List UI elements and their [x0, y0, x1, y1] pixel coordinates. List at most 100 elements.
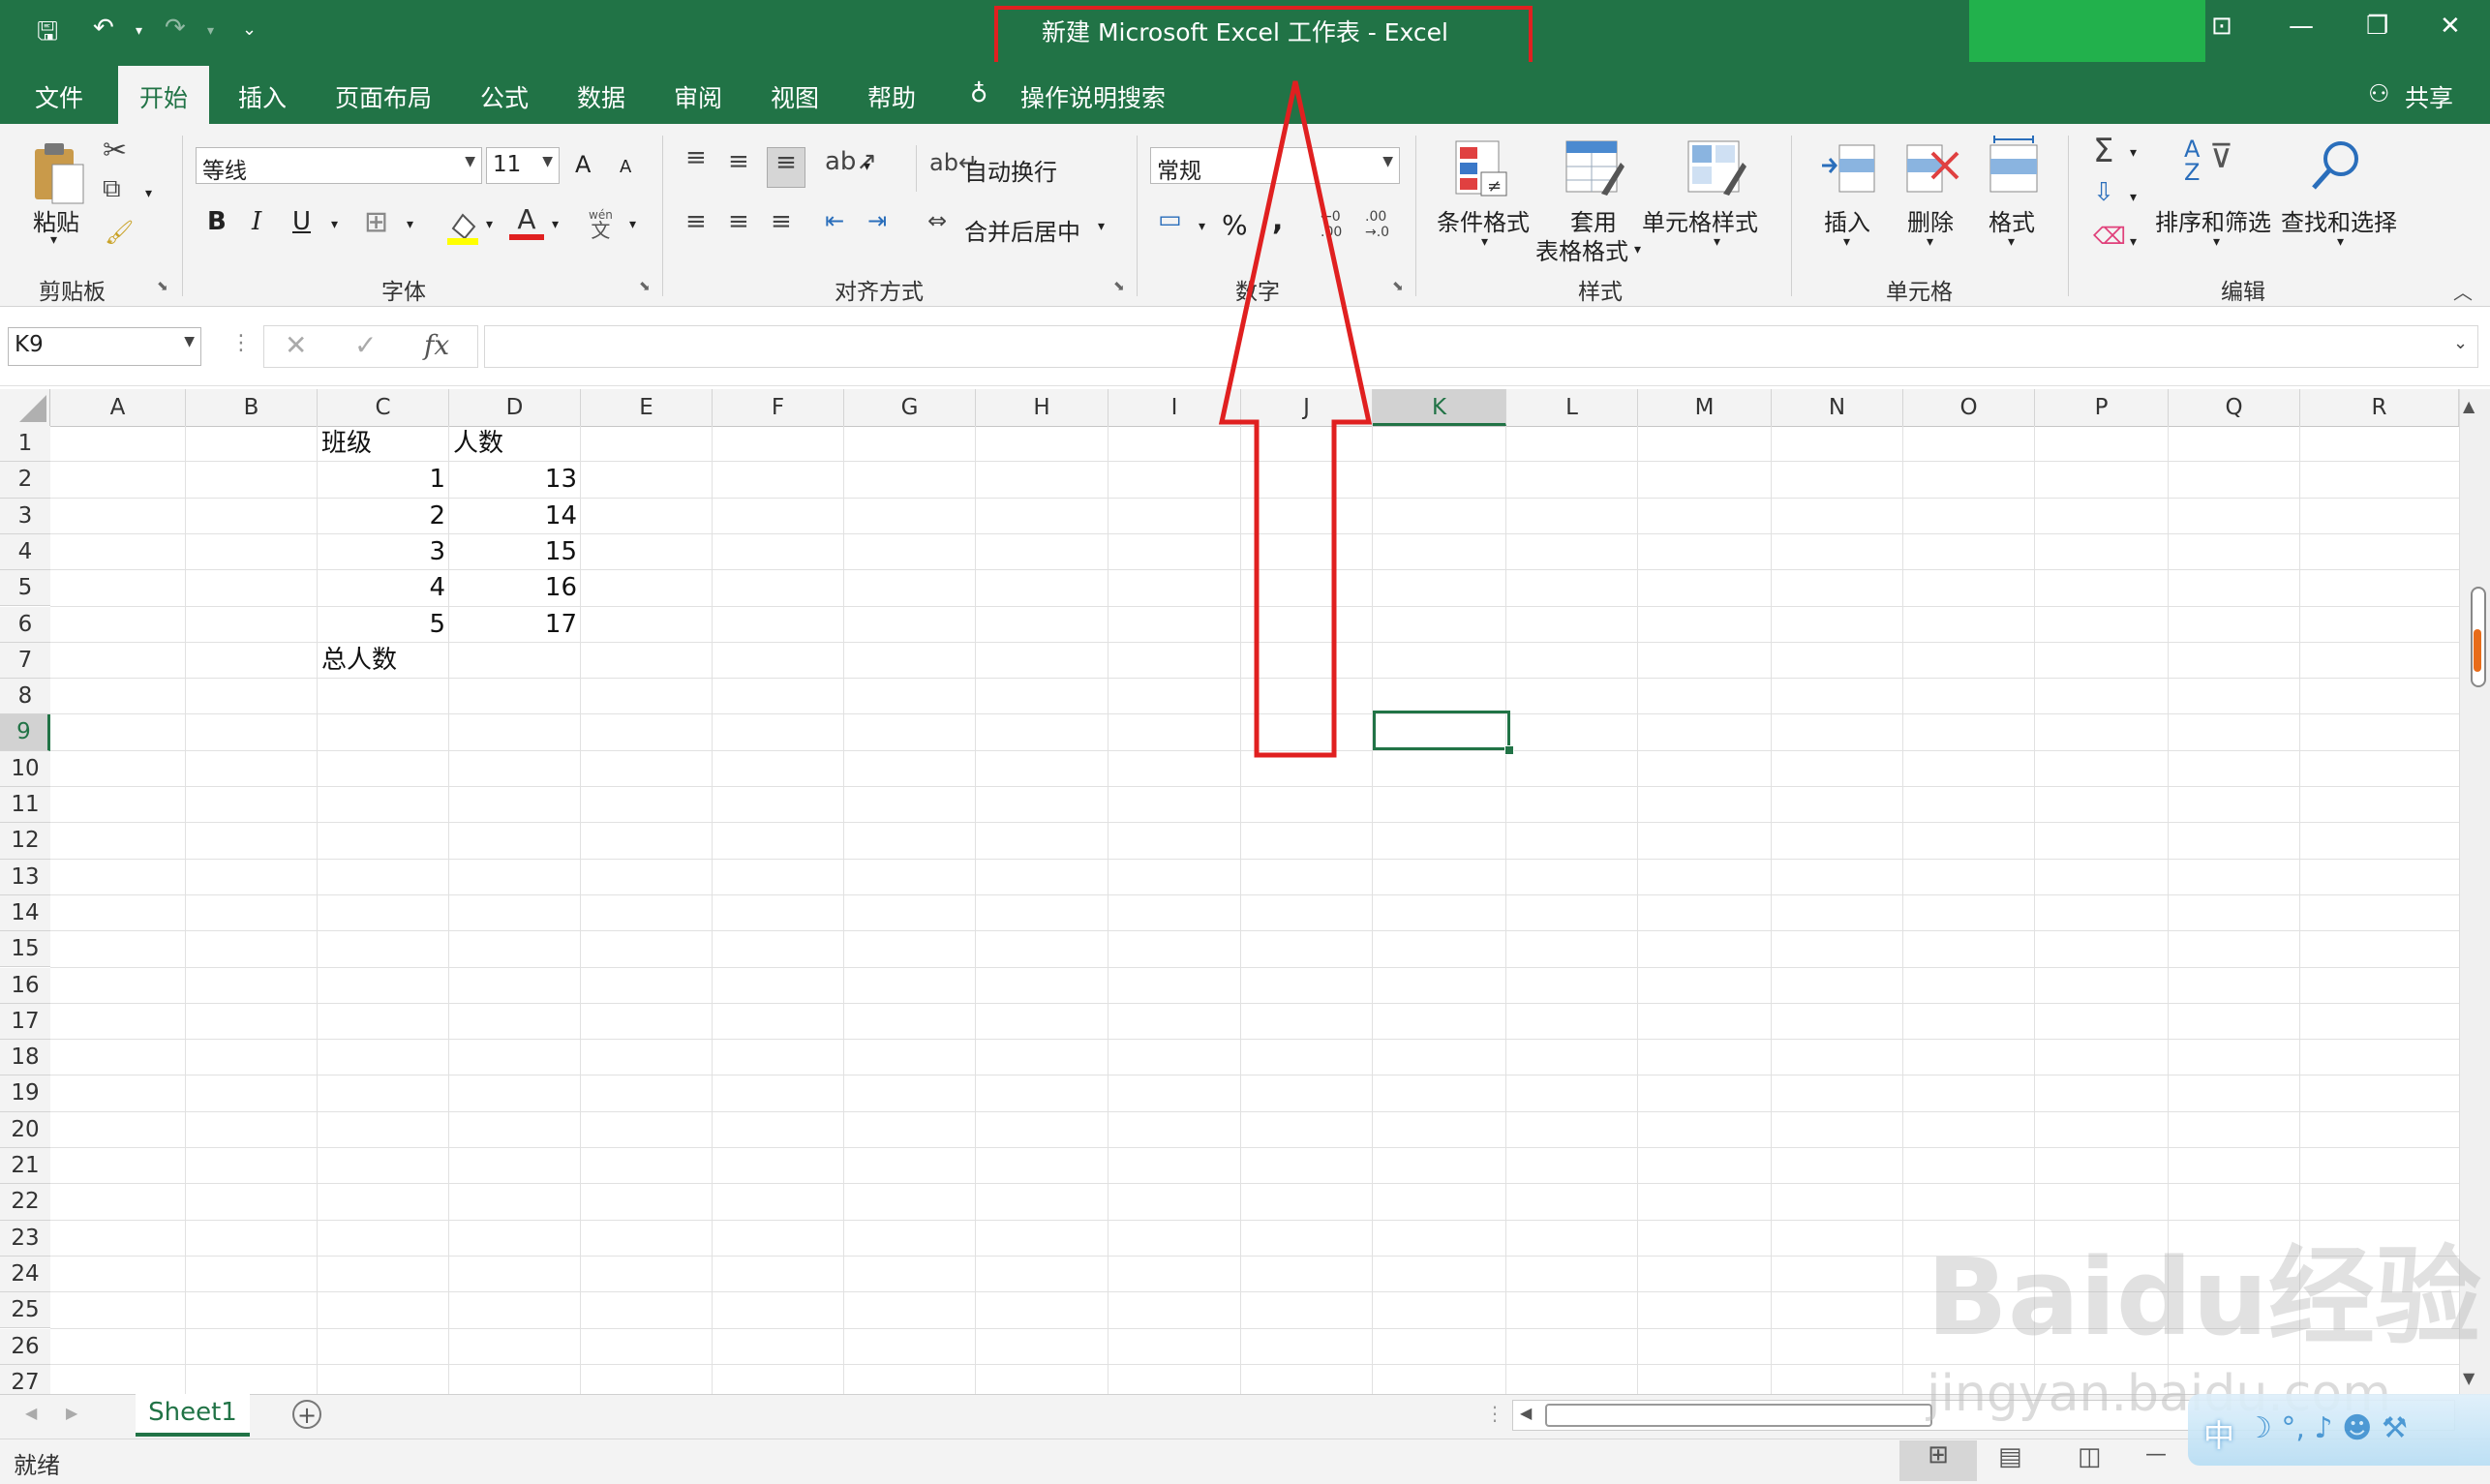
find-select-icon[interactable]: [2308, 136, 2366, 197]
tell-me-search[interactable]: 操作说明搜索: [1020, 79, 1166, 114]
paste-dropdown-icon[interactable]: ▾: [50, 232, 57, 248]
font-name-combo[interactable]: 等线 ▼: [196, 147, 482, 184]
column-header[interactable]: N: [1772, 389, 1903, 426]
zoom-out-icon[interactable]: —: [2145, 1442, 2167, 1467]
middle-align-icon[interactable]: ≡: [728, 147, 749, 176]
row-header[interactable]: 19: [0, 1075, 50, 1112]
cell-c7[interactable]: 总人数: [318, 643, 449, 679]
font-color-icon[interactable]: A: [509, 205, 544, 240]
row-header[interactable]: 2: [0, 462, 50, 499]
scroll-down-icon[interactable]: ▼: [2463, 1369, 2475, 1387]
row-header[interactable]: 13: [0, 859, 50, 895]
row-header[interactable]: 17: [0, 1003, 50, 1041]
ribbon-display-options-icon[interactable]: ⊡: [2211, 12, 2232, 41]
row-header[interactable]: 12: [0, 823, 50, 860]
cell-styles-dropdown-icon[interactable]: ▾: [1714, 234, 1720, 250]
column-header[interactable]: E: [581, 389, 713, 426]
font-color-dropdown-icon[interactable]: ▾: [552, 217, 559, 232]
conditional-formatting-icon[interactable]: ≠: [1452, 137, 1510, 203]
expand-formula-bar-icon[interactable]: ⌄: [2453, 333, 2468, 353]
format-as-table-dropdown-icon[interactable]: ▾: [1634, 242, 1641, 257]
column-header[interactable]: M: [1638, 389, 1772, 426]
insert-cells-button[interactable]: 插入: [1824, 203, 1870, 237]
insert-cells-icon[interactable]: [1820, 139, 1878, 201]
copy-icon[interactable]: ⧉: [103, 174, 121, 204]
tab-file[interactable]: 文件: [35, 79, 83, 114]
align-right-icon[interactable]: ≡: [771, 207, 792, 236]
cell-c6[interactable]: 5: [318, 607, 449, 643]
enter-icon[interactable]: ✓: [354, 329, 377, 361]
conditional-formatting-button[interactable]: 条件格式: [1437, 203, 1530, 237]
format-cells-button[interactable]: 格式: [1989, 203, 2035, 237]
align-center-icon[interactable]: ≡: [728, 207, 749, 236]
row-header[interactable]: 14: [0, 894, 50, 932]
column-header[interactable]: H: [976, 389, 1108, 426]
font-size-combo[interactable]: 11 ▼: [486, 147, 560, 184]
sort-filter-icon[interactable]: A Z ⊽: [2184, 137, 2233, 184]
clear-dropdown-icon[interactable]: ▾: [2130, 234, 2137, 250]
row-header[interactable]: 16: [0, 967, 50, 1004]
fill-handle[interactable]: [1504, 745, 1514, 755]
borders-icon[interactable]: ⊞: [364, 205, 388, 239]
column-header[interactable]: P: [2035, 389, 2169, 426]
wrap-text-button[interactable]: 自动换行: [964, 153, 1057, 187]
tab-formulas[interactable]: 公式: [480, 79, 529, 114]
bold-button[interactable]: B: [207, 207, 227, 236]
format-as-table-button-line2[interactable]: 表格格式: [1535, 232, 1628, 266]
fill-dropdown-icon[interactable]: ▾: [2130, 190, 2137, 205]
find-select-button[interactable]: 查找和选择: [2281, 203, 2397, 237]
sort-dropdown-icon[interactable]: ▾: [2213, 234, 2220, 250]
number-launcher-icon[interactable]: ⬊: [1392, 279, 1404, 294]
conditional-dropdown-icon[interactable]: ▾: [1481, 234, 1488, 250]
row-header[interactable]: 21: [0, 1148, 50, 1185]
column-header[interactable]: D: [449, 389, 581, 426]
merge-dropdown-icon[interactable]: ▾: [1098, 219, 1105, 234]
column-header[interactable]: C: [318, 389, 449, 426]
column-header[interactable]: Q: [2169, 389, 2300, 426]
cell-d3[interactable]: 14: [449, 499, 581, 534]
row-header[interactable]: 15: [0, 931, 50, 968]
cell-d4[interactable]: 15: [449, 534, 581, 570]
column-header[interactable]: O: [1903, 389, 2035, 426]
column-header[interactable]: A: [50, 389, 186, 426]
row-header[interactable]: 25: [0, 1292, 50, 1329]
shrink-font-button[interactable]: A: [620, 157, 631, 177]
minimize-icon[interactable]: —: [2289, 12, 2314, 41]
row-header[interactable]: 5: [0, 570, 50, 607]
fill-color-dropdown-icon[interactable]: ▾: [486, 217, 493, 232]
row-header[interactable]: 8: [0, 679, 50, 715]
page-break-view-icon[interactable]: ◫: [2078, 1442, 2102, 1471]
grow-font-button[interactable]: A: [575, 151, 591, 178]
cell-styles-button[interactable]: 单元格样式: [1642, 203, 1758, 237]
borders-dropdown-icon[interactable]: ▾: [407, 217, 413, 232]
horizontal-scroll-thumb[interactable]: [1545, 1404, 1932, 1427]
format-cells-icon[interactable]: [1985, 136, 2043, 201]
row-header[interactable]: 10: [0, 750, 50, 787]
tab-data[interactable]: 数据: [577, 79, 625, 114]
column-header[interactable]: G: [844, 389, 976, 426]
share-button[interactable]: 共享: [2405, 79, 2453, 114]
select-all-button[interactable]: [0, 389, 50, 426]
font-launcher-icon[interactable]: ⬊: [639, 279, 651, 294]
name-box[interactable]: K9 ▼: [8, 327, 201, 366]
top-align-icon[interactable]: ≡: [685, 143, 707, 172]
row-header[interactable]: 24: [0, 1256, 50, 1293]
decrease-indent-icon[interactable]: ⇤: [825, 207, 844, 234]
tab-home[interactable]: 开始: [118, 66, 210, 124]
row-header[interactable]: 26: [0, 1328, 50, 1365]
autosum-dropdown-icon[interactable]: ▾: [2130, 145, 2137, 161]
row-header[interactable]: 3: [0, 498, 50, 534]
collapse-ribbon-icon[interactable]: ︿: [2453, 277, 2473, 305]
row-header[interactable]: 18: [0, 1040, 50, 1076]
accounting-format-icon[interactable]: ▭: [1158, 205, 1182, 234]
autosum-icon[interactable]: Σ: [2093, 132, 2113, 170]
italic-button[interactable]: I: [252, 207, 261, 236]
merge-center-button[interactable]: 合并后居中: [964, 213, 1080, 247]
cell-styles-icon[interactable]: [1685, 137, 1746, 203]
cell-c3[interactable]: 2: [318, 499, 449, 534]
phonetic-guide-icon[interactable]: wén 文: [589, 207, 613, 240]
insert-function-button[interactable]: fx: [424, 329, 449, 361]
phonetic-dropdown-icon[interactable]: ▾: [629, 217, 636, 232]
underline-button[interactable]: U: [292, 207, 311, 236]
cell-c2[interactable]: 1: [318, 462, 449, 498]
